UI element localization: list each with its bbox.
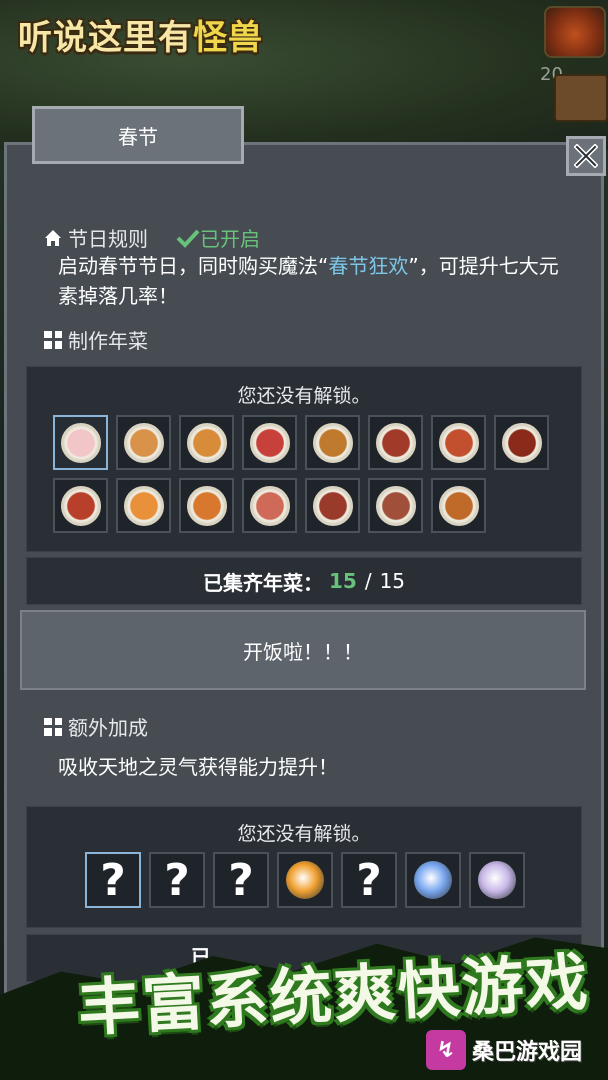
close-icon <box>574 144 598 168</box>
game-logo-highlight: 怪兽 <box>193 18 263 58</box>
rules-desc-pre: 启动春节节日，同时购买魔法“ <box>58 254 329 278</box>
dish-row <box>53 478 558 533</box>
dish-grid <box>53 415 558 541</box>
dish-slot[interactable] <box>494 415 549 470</box>
dish-row <box>53 415 558 470</box>
dish-slot[interactable] <box>368 415 423 470</box>
dish-icon <box>60 485 101 526</box>
serve-meal-label: 开饭啦！！！ <box>243 639 363 664</box>
potion-icon[interactable] <box>544 6 606 58</box>
dish-icon <box>186 422 227 463</box>
rules-status: 已开启 <box>176 223 260 252</box>
element-orb-icon <box>414 861 452 899</box>
recipes-locked-msg: 您还没有解锁。 <box>237 385 371 407</box>
dish-icon <box>438 422 479 463</box>
tab-label: 春节 <box>118 124 158 149</box>
dish-icon <box>312 422 353 463</box>
collected-total: 15 <box>379 569 406 593</box>
dish-icon <box>123 485 164 526</box>
watermark: ↯ 桑巴游戏园 <box>426 1026 604 1074</box>
rules-header: 节日规则 已开启 <box>44 223 260 252</box>
dish-icon <box>249 485 290 526</box>
dish-slot[interactable] <box>179 415 234 470</box>
dish-slot[interactable] <box>431 478 486 533</box>
bonus-title: 额外加成 <box>68 716 148 740</box>
dish-icon <box>249 422 290 463</box>
watermark-text: 桑巴游戏园 <box>472 1040 583 1065</box>
dish-icon <box>375 422 416 463</box>
element-orb-slot[interactable] <box>469 852 525 908</box>
rules-status-text: 已开启 <box>200 227 260 251</box>
check-icon <box>176 229 200 248</box>
top-right-items: 20 <box>540 0 608 150</box>
element-orb-slot[interactable] <box>405 852 461 908</box>
rules-description: 启动春节节日，同时购买魔法“春节狂欢”，可提升七大元素掉落几率！ <box>58 251 578 311</box>
home-icon <box>45 229 61 246</box>
locked-bonus-slot[interactable]: ? <box>149 852 205 908</box>
dish-icon <box>501 422 542 463</box>
watermark-logo-icon: ↯ <box>426 1030 466 1070</box>
bonus-slots: ???? <box>85 852 525 908</box>
recipes-header: 制作年菜 <box>44 325 148 354</box>
recipes-title: 制作年菜 <box>68 329 148 353</box>
tab-spring-festival[interactable]: 春节 <box>32 106 244 164</box>
rules-title: 节日规则 <box>68 227 148 251</box>
game-logo-text: 听说这里有 <box>18 18 193 58</box>
dish-slot[interactable] <box>179 478 234 533</box>
bonus-header: 额外加成 <box>44 712 148 741</box>
dish-slot[interactable] <box>116 415 171 470</box>
collected-count: 15 <box>328 569 357 593</box>
locked-bonus-slot[interactable]: ? <box>213 852 269 908</box>
locked-bonus-slot[interactable]: ? <box>85 852 141 908</box>
question-mark-icon: ? <box>164 854 190 906</box>
locked-bonus-slot[interactable]: ? <box>341 852 397 908</box>
dish-icon <box>375 485 416 526</box>
dish-icon <box>186 485 227 526</box>
element-orb-icon <box>478 861 516 899</box>
bonus-locked-msg: 您还没有解锁。 <box>237 823 371 845</box>
question-mark-icon: ? <box>100 854 126 906</box>
dish-slot[interactable] <box>431 415 486 470</box>
dish-slot[interactable] <box>305 478 360 533</box>
magic-name: 春节狂欢 <box>328 254 409 278</box>
question-mark-icon: ? <box>356 854 382 906</box>
collected-counter: 已集齐年菜： 15 / 15 <box>26 557 582 605</box>
dish-icon <box>438 485 479 526</box>
grid-icon <box>44 330 62 349</box>
collected-sep: / <box>364 569 372 593</box>
dish-icon <box>312 485 353 526</box>
dish-slot[interactable] <box>305 415 360 470</box>
element-orb-icon <box>286 861 324 899</box>
dish-slot[interactable] <box>53 415 108 470</box>
grid-icon <box>44 717 62 736</box>
serve-meal-button[interactable]: 开饭啦！！！ <box>20 610 586 690</box>
close-button[interactable] <box>566 136 606 176</box>
dish-slot[interactable] <box>368 478 423 533</box>
dish-slot[interactable] <box>53 478 108 533</box>
collected-label: 已集齐年菜： <box>202 570 323 595</box>
bonus-description: 吸收天地之灵气获得能力提升！ <box>58 755 338 779</box>
dish-slot[interactable] <box>242 415 297 470</box>
dish-icon <box>60 422 101 463</box>
element-orb-slot[interactable] <box>277 852 333 908</box>
game-logo: 听说这里有怪兽 <box>18 10 263 59</box>
question-mark-icon: ? <box>228 854 254 906</box>
dish-slot[interactable] <box>242 478 297 533</box>
dish-slot[interactable] <box>116 478 171 533</box>
chest-icon[interactable] <box>554 74 608 122</box>
dish-icon <box>123 422 164 463</box>
